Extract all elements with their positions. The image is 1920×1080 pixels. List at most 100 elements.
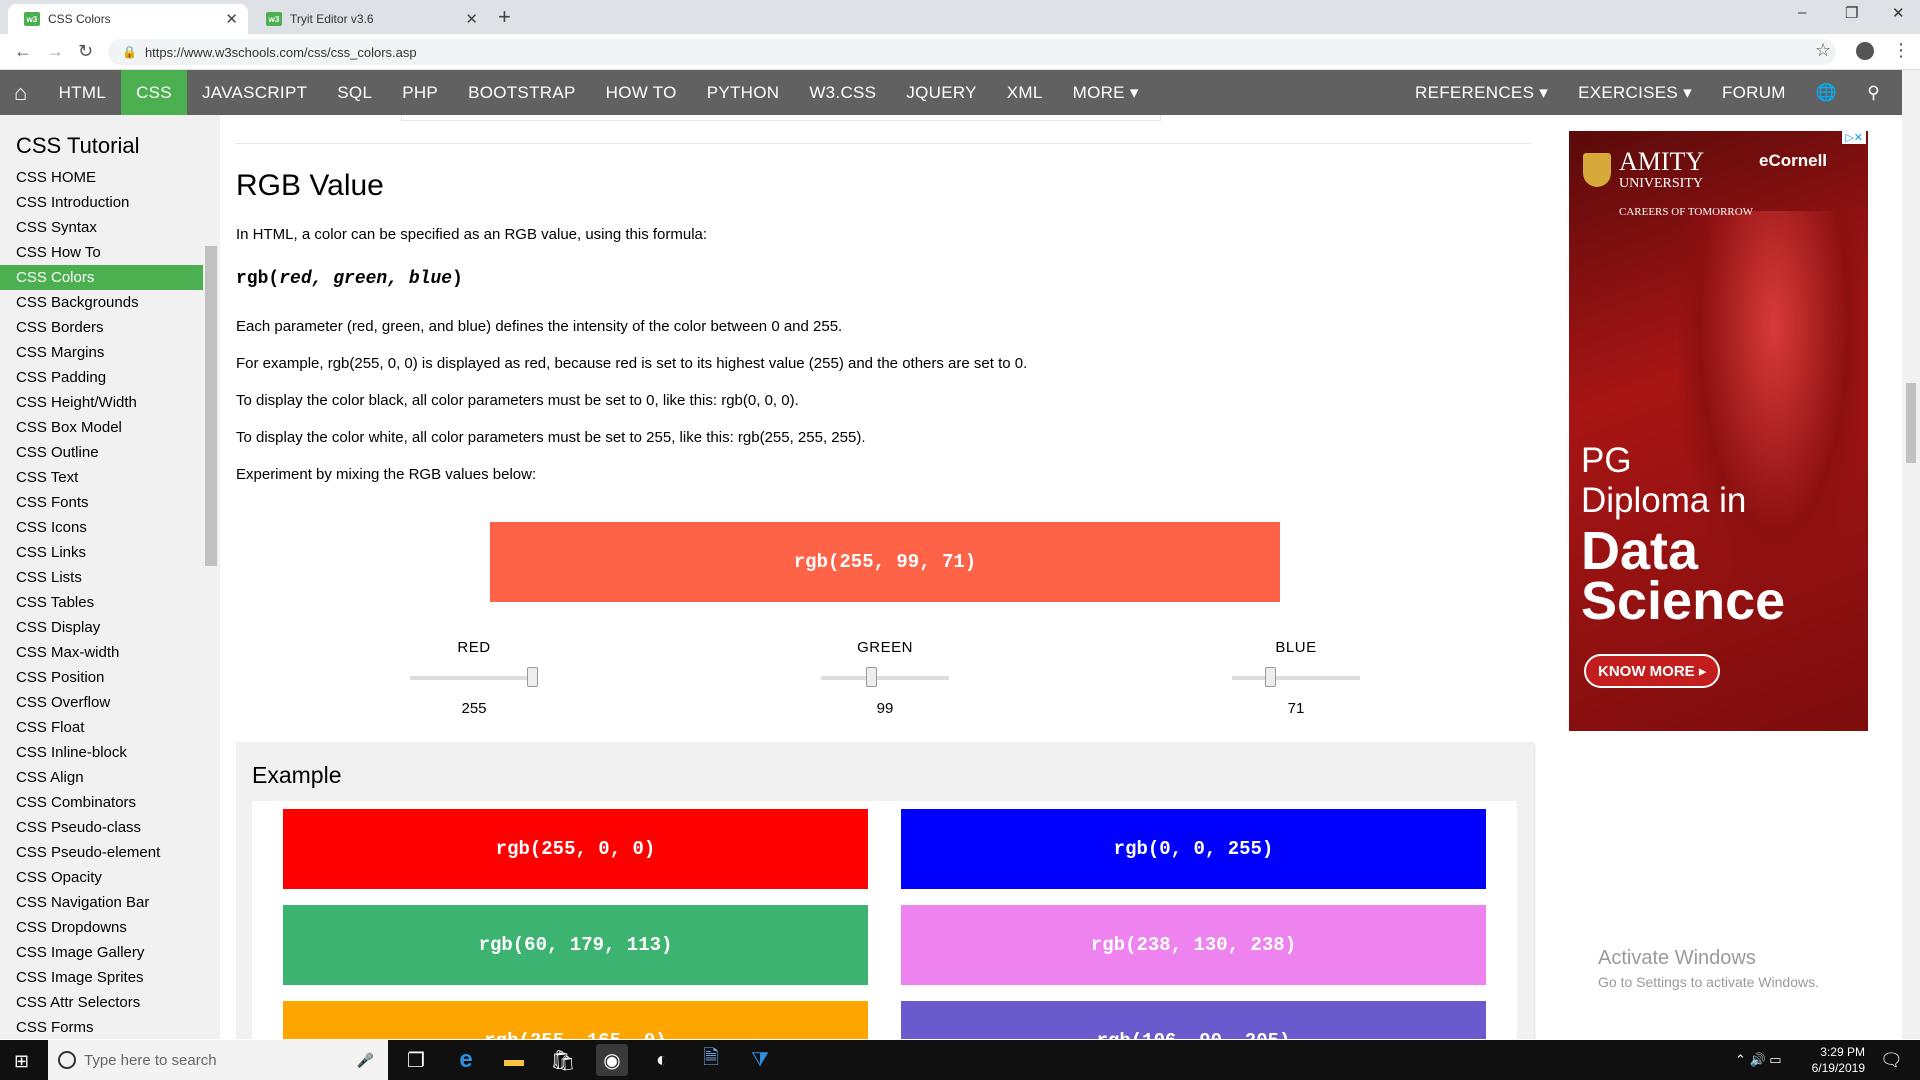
url-field[interactable]: 🔒 https://www.w3schools.com/css/css_colo… [108, 39, 1836, 65]
slider-thumb[interactable] [527, 667, 538, 687]
nav-javascript[interactable]: JAVASCRIPT [187, 70, 322, 115]
nav-html[interactable]: HTML [44, 70, 121, 115]
microphone-icon[interactable]: 🎤 [357, 1052, 374, 1069]
sidebar-item-css-syntax[interactable]: CSS Syntax [0, 215, 220, 240]
nav-jquery[interactable]: JQUERY [891, 70, 991, 115]
back-arrow-icon[interactable]: ← [14, 41, 32, 62]
nav-bootstrap[interactable]: BOOTSTRAP [453, 70, 591, 115]
windows-start-icon[interactable]: ⊞ [14, 1051, 29, 1072]
notepad-icon[interactable]: 🗎 [695, 1044, 727, 1076]
task-view-icon[interactable]: ❐ [400, 1044, 432, 1076]
tab-css-colors[interactable]: w3 CSS Colors ✕ [8, 4, 248, 34]
nav-w3css[interactable]: W3.CSS [794, 70, 891, 115]
tab-tryit-editor[interactable]: w3 Tryit Editor v3.6 ✕ [250, 4, 488, 34]
tab-close-icon[interactable]: ✕ [225, 10, 238, 28]
sidebar-item-css-max-width[interactable]: CSS Max-width [0, 640, 220, 665]
advertisement[interactable]: AMITY UNIVERSITY CAREERS OF TOMORROW eCo… [1569, 131, 1868, 731]
ad-know-more-button[interactable]: KNOW MORE ▸ [1584, 654, 1721, 688]
sidebar-item-css-image-gallery[interactable]: CSS Image Gallery [0, 940, 220, 965]
sidebar-scrollbar[interactable] [205, 246, 217, 566]
color-swatch: rgb(255, 165, 0) [283, 1001, 868, 1039]
action-center-icon[interactable]: 🗨 [1880, 1050, 1903, 1071]
nav-forum[interactable]: FORUM [1707, 70, 1801, 115]
sidebar-item-css-float[interactable]: CSS Float [0, 715, 220, 740]
top-navigation: ⌂ HTML CSS JAVASCRIPT SQL PHP BOOTSTRAP … [0, 70, 1902, 115]
green-slider[interactable] [821, 667, 949, 687]
nav-exercises[interactable]: EXERCISES ▾ [1563, 70, 1707, 115]
sidebar-item-css-inline-block[interactable]: CSS Inline-block [0, 740, 220, 765]
forward-arrow-icon[interactable]: → [46, 41, 64, 62]
taskbar-clock[interactable]: 3:29 PM 6/19/2019 [1785, 1044, 1865, 1076]
sidebar-item-css-tables[interactable]: CSS Tables [0, 590, 220, 615]
chrome-icon[interactable]: ◉ [596, 1044, 628, 1076]
browser-menu-icon[interactable]: ⋮ [1892, 40, 1910, 61]
sidebar-item-css-combinators[interactable]: CSS Combinators [0, 790, 220, 815]
new-tab-button[interactable]: + [498, 4, 511, 30]
sidebar-item-css-backgrounds[interactable]: CSS Backgrounds [0, 290, 220, 315]
sidebar-item-css-attr-selectors[interactable]: CSS Attr Selectors [0, 990, 220, 1015]
slider-thumb[interactable] [1265, 667, 1276, 687]
sidebar-item-css-box-model[interactable]: CSS Box Model [0, 415, 220, 440]
reload-icon[interactable]: ↻ [78, 41, 93, 62]
sidebar-item-css-introduction[interactable]: CSS Introduction [0, 190, 220, 215]
sidebar-item-css-fonts[interactable]: CSS Fonts [0, 490, 220, 515]
window-close-button[interactable]: ✕ [1892, 4, 1905, 22]
system-tray-icons[interactable]: ⌃ 🔊 ▭ [1735, 1052, 1782, 1068]
nav-more[interactable]: MORE ▾ [1058, 70, 1154, 115]
nav-xml[interactable]: XML [992, 70, 1058, 115]
sidebar-item-css-position[interactable]: CSS Position [0, 665, 220, 690]
sidebar-item-css-forms[interactable]: CSS Forms [0, 1015, 220, 1039]
edge-browser-icon[interactable]: e [450, 1044, 482, 1076]
ad-brand-sub: UNIVERSITY [1619, 176, 1703, 191]
sidebar-item-css-padding[interactable]: CSS Padding [0, 365, 220, 390]
nav-css[interactable]: CSS [121, 70, 187, 115]
vscode-icon[interactable]: ⧩ [744, 1044, 776, 1076]
globe-icon[interactable]: 🌐 [1801, 70, 1852, 115]
nav-references[interactable]: REFERENCES ▾ [1400, 70, 1563, 115]
sidebar-item-css-text[interactable]: CSS Text [0, 465, 220, 490]
maximize-button[interactable]: ❐ [1845, 4, 1858, 22]
search-icon[interactable]: ⚲ [1852, 70, 1902, 115]
w3schools-favicon-icon: w3 [24, 12, 40, 26]
red-slider[interactable] [410, 667, 538, 687]
activate-windows-title: Activate Windows [1598, 947, 1756, 969]
page-scrollbar-thumb[interactable] [1906, 383, 1916, 463]
nav-spacer [1154, 70, 1400, 115]
store-icon[interactable]: 🛍 [547, 1044, 579, 1076]
tab-close-icon[interactable]: ✕ [465, 10, 478, 28]
sidebar-item-css-dropdowns[interactable]: CSS Dropdowns [0, 915, 220, 940]
minimize-button[interactable]: – [1798, 4, 1806, 21]
sidebar-item-css-borders[interactable]: CSS Borders [0, 315, 220, 340]
sidebar-item-css-lists[interactable]: CSS Lists [0, 565, 220, 590]
sidebar-item-css-height-width[interactable]: CSS Height/Width [0, 390, 220, 415]
sidebar-item-css-pseudo-class[interactable]: CSS Pseudo-class [0, 815, 220, 840]
sidebar-item-css-display[interactable]: CSS Display [0, 615, 220, 640]
sidebar-item-css-links[interactable]: CSS Links [0, 540, 220, 565]
account-avatar-icon[interactable] [1856, 42, 1874, 60]
blue-slider[interactable] [1232, 667, 1360, 687]
taskbar-search[interactable]: Type here to search 🎤 [48, 1040, 388, 1080]
sidebar-item-css-icons[interactable]: CSS Icons [0, 515, 220, 540]
bookmark-star-icon[interactable]: ☆ [1815, 40, 1831, 61]
sidebar-item-css-opacity[interactable]: CSS Opacity [0, 865, 220, 890]
sidebar-item-css-align[interactable]: CSS Align [0, 765, 220, 790]
slider-thumb[interactable] [866, 667, 877, 687]
sidebar-item-css-home[interactable]: CSS HOME [0, 165, 220, 190]
nav-how-to[interactable]: HOW TO [591, 70, 692, 115]
sidebar-item-css-overflow[interactable]: CSS Overflow [0, 690, 220, 715]
page-scrollbar[interactable] [1902, 70, 1920, 1039]
nav-python[interactable]: PYTHON [692, 70, 795, 115]
nav-sql[interactable]: SQL [322, 70, 387, 115]
home-icon[interactable]: ⌂ [0, 70, 44, 115]
sidebar-item-css-how-to[interactable]: CSS How To [0, 240, 220, 265]
sidebar-item-css-outline[interactable]: CSS Outline [0, 440, 220, 465]
ad-close-icon[interactable]: ▷✕ [1842, 131, 1866, 144]
file-explorer-icon[interactable]: ▬ [498, 1044, 530, 1076]
sidebar-item-css-colors[interactable]: CSS Colors [0, 265, 203, 290]
sidebar-item-css-navigation-bar[interactable]: CSS Navigation Bar [0, 890, 220, 915]
eclipse-icon[interactable]: ◐ [646, 1044, 678, 1076]
sidebar-item-css-pseudo-element[interactable]: CSS Pseudo-element [0, 840, 220, 865]
nav-php[interactable]: PHP [387, 70, 453, 115]
sidebar-item-css-margins[interactable]: CSS Margins [0, 340, 220, 365]
sidebar-item-css-image-sprites[interactable]: CSS Image Sprites [0, 965, 220, 990]
